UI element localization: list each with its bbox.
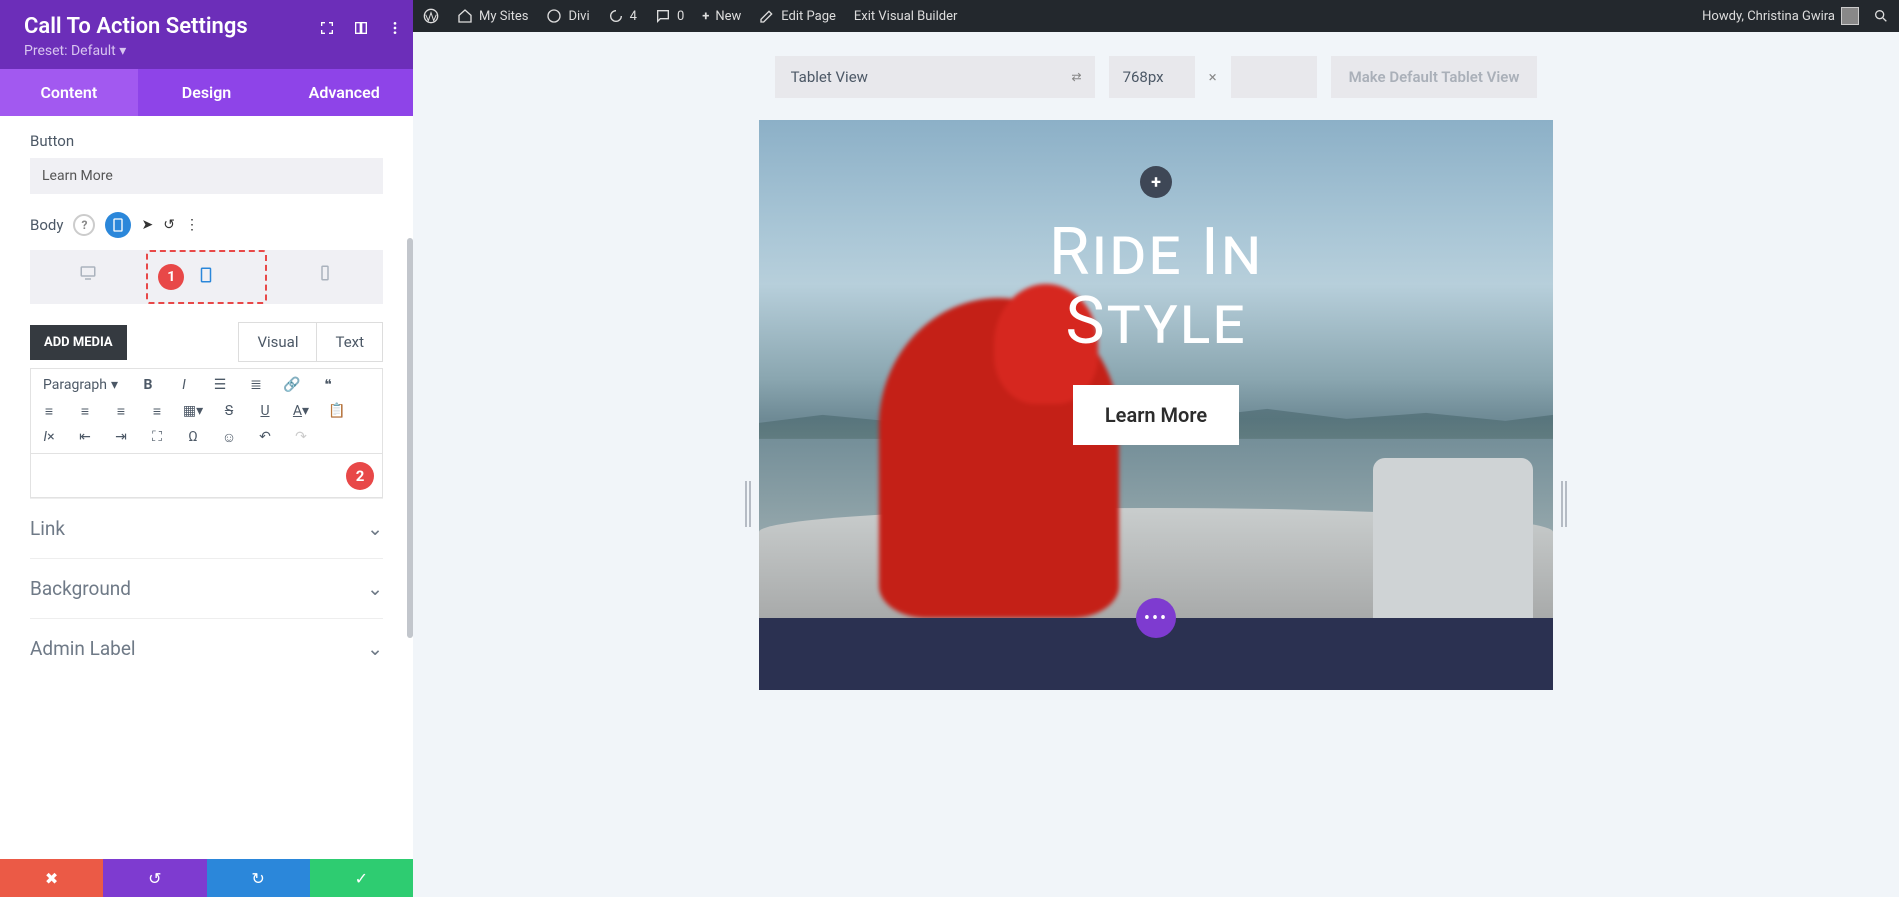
hero-title[interactable]: Ride InStyle: [1049, 218, 1263, 357]
link-insert-icon[interactable]: 🔗: [280, 373, 304, 397]
strike-icon[interactable]: S: [217, 399, 241, 423]
width-input[interactable]: [1109, 56, 1195, 98]
dimension-separator: ×: [1209, 68, 1217, 86]
sidebar-header: Call To Action Settings Preset: Default …: [0, 0, 413, 69]
undo-rte-icon[interactable]: ↶: [253, 425, 277, 449]
editor-visual-tab[interactable]: Visual: [239, 323, 316, 361]
align-justify-icon[interactable]: ≡: [145, 399, 169, 423]
undo-button[interactable]: ↺: [103, 859, 206, 897]
view-select[interactable]: Tablet View: [775, 56, 1095, 98]
add-section-button[interactable]: +: [1140, 166, 1172, 198]
preview-frame: + Ride InStyle Learn More •••: [759, 120, 1553, 887]
avatar: [1841, 7, 1859, 25]
canvas-controls: Tablet View × Make Default Tablet View: [413, 32, 1899, 110]
greeting-label[interactable]: Howdy, Christina Gwira: [1702, 7, 1859, 25]
redo-button[interactable]: ↻: [207, 859, 310, 897]
button-input[interactable]: [30, 158, 383, 194]
annotation-marker-1: 1: [158, 264, 184, 290]
format-select[interactable]: Paragraph ▾: [37, 373, 124, 397]
quote-icon[interactable]: ❝: [316, 373, 340, 397]
paste-icon[interactable]: 📋: [325, 399, 349, 423]
builder-menu-button[interactable]: •••: [1136, 598, 1176, 638]
bullet-list-icon[interactable]: ☰: [208, 373, 232, 397]
hero-cta-button[interactable]: Learn More: [1073, 385, 1239, 445]
wp-admin-bar: My Sites Divi 4 0 +New Edit Page Exit Vi…: [413, 0, 1899, 32]
emoji-icon[interactable]: ☺: [217, 425, 241, 449]
pointer-icon[interactable]: ➤: [141, 217, 153, 233]
chevron-down-icon: ⌄: [367, 577, 383, 600]
expand-icon[interactable]: [319, 20, 335, 40]
clear-format-icon[interactable]: I×: [37, 425, 61, 449]
accordion-admin-label[interactable]: Admin Label⌄: [30, 618, 383, 678]
bold-icon[interactable]: B: [136, 373, 160, 397]
wp-logo-icon[interactable]: [423, 8, 439, 24]
tab-advanced[interactable]: Advanced: [275, 69, 413, 116]
footer-section[interactable]: •••: [759, 618, 1553, 690]
device-tabs: 1: [30, 250, 383, 304]
main-canvas: My Sites Divi 4 0 +New Edit Page Exit Vi…: [413, 0, 1899, 897]
reset-icon[interactable]: ↺: [163, 217, 175, 233]
outdent-icon[interactable]: ⇤: [73, 425, 97, 449]
comments-link[interactable]: 0: [655, 8, 684, 24]
save-button[interactable]: ✓: [310, 859, 413, 897]
redo-rte-icon[interactable]: ↷: [289, 425, 313, 449]
tab-content[interactable]: Content: [0, 69, 138, 116]
italic-icon[interactable]: I: [172, 373, 196, 397]
search-icon[interactable]: [1873, 8, 1889, 24]
scrollbar[interactable]: [407, 238, 413, 638]
add-media-button[interactable]: ADD MEDIA: [30, 325, 127, 360]
new-link[interactable]: +New: [702, 9, 741, 24]
chevron-down-icon: ⌄: [367, 637, 383, 660]
sidebar-content: Button Body ? ➤ ↺ ⋮ 1 ADD MEDIA: [0, 116, 413, 859]
my-sites-link[interactable]: My Sites: [457, 8, 528, 24]
align-left-icon[interactable]: ≡: [37, 399, 61, 423]
number-list-icon[interactable]: ≣: [244, 373, 268, 397]
indent-icon[interactable]: ⇥: [109, 425, 133, 449]
body-label: Body: [30, 216, 63, 234]
help-icon[interactable]: ?: [73, 214, 95, 236]
resize-handle-left[interactable]: [745, 481, 751, 527]
annotation-marker-2: 2: [346, 462, 374, 490]
sidebar-tabs: Content Design Advanced: [0, 69, 413, 116]
fullscreen-icon[interactable]: ⛶: [145, 425, 169, 449]
align-right-icon[interactable]: ≡: [109, 399, 133, 423]
preset-dropdown[interactable]: Preset: Default ▾: [24, 43, 389, 59]
body-editor[interactable]: 2: [30, 454, 383, 498]
underline-icon[interactable]: U: [253, 399, 277, 423]
chevron-down-icon: ⌄: [367, 517, 383, 540]
device-desktop[interactable]: [30, 250, 146, 304]
button-label: Button: [30, 132, 383, 150]
updates-link[interactable]: 4: [608, 8, 637, 24]
table-icon[interactable]: ▦▾: [181, 399, 205, 423]
cancel-button[interactable]: ✖: [0, 859, 103, 897]
settings-sidebar: Call To Action Settings Preset: Default …: [0, 0, 413, 897]
body-more-icon[interactable]: ⋮: [185, 217, 199, 233]
exit-builder-link[interactable]: Exit Visual Builder: [854, 9, 957, 24]
text-color-icon[interactable]: A▾: [289, 399, 313, 423]
make-default-button[interactable]: Make Default Tablet View: [1331, 56, 1538, 98]
accordion-link[interactable]: Link⌄: [30, 498, 383, 558]
tab-design[interactable]: Design: [138, 69, 276, 116]
editor-text-tab[interactable]: Text: [316, 323, 382, 361]
sidebar-footer: ✖ ↺ ↻ ✓: [0, 859, 413, 897]
device-tablet[interactable]: 1: [146, 250, 266, 304]
special-char-icon[interactable]: Ω: [181, 425, 205, 449]
device-phone[interactable]: [267, 250, 383, 304]
console-decoration: [1373, 458, 1533, 618]
accordion-background[interactable]: Background⌄: [30, 558, 383, 618]
resize-handle-right[interactable]: [1561, 481, 1567, 527]
edit-page-link[interactable]: Edit Page: [759, 8, 836, 24]
align-center-icon[interactable]: ≡: [73, 399, 97, 423]
hero-section[interactable]: + Ride InStyle Learn More: [759, 120, 1553, 618]
rte-toolbar: Paragraph ▾ B I ☰ ≣ 🔗 ❝ ≡ ≡ ≡ ≡ ▦▾ S U A…: [30, 368, 383, 454]
height-input[interactable]: [1231, 56, 1317, 98]
snap-icon[interactable]: [353, 20, 369, 40]
more-icon[interactable]: [387, 20, 403, 40]
site-link[interactable]: Divi: [546, 8, 589, 24]
tablet-active-icon[interactable]: [105, 212, 131, 238]
